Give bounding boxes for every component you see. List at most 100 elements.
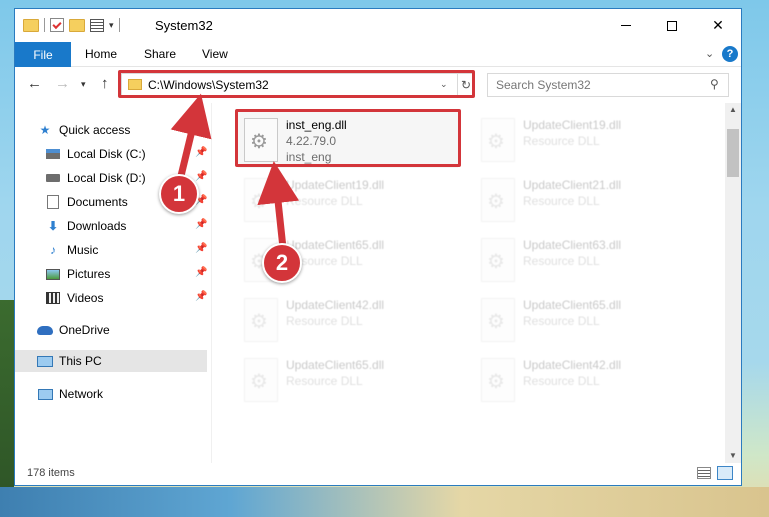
pin-icon[interactable]: 📌 — [195, 219, 207, 230]
sidebar-item-music[interactable]: ♪ Music 📌 — [45, 239, 211, 261]
file-item[interactable]: UpdateClient21.dll Resource DLL — [475, 172, 695, 228]
customize-toolbar-dropdown-icon[interactable]: ▾ — [109, 20, 114, 31]
tab-home[interactable]: Home — [85, 47, 117, 61]
file-name: UpdateClient65.dll — [286, 238, 385, 252]
sidebar-item-videos[interactable]: Videos 📌 — [45, 287, 211, 309]
dll-file-icon — [244, 358, 278, 402]
dll-file-icon — [481, 118, 515, 162]
dll-file-icon — [481, 298, 515, 342]
dll-file-icon — [244, 298, 278, 342]
sidebar-item-network[interactable]: Network — [37, 383, 211, 405]
search-placeholder: Search System32 — [496, 78, 591, 92]
navigation-pane: ★ Quick access Local Disk (C:) 📌 Local D… — [15, 103, 211, 463]
star-icon: ★ — [39, 123, 51, 137]
folder-icon — [23, 18, 39, 32]
file-type: Resource DLL — [286, 314, 363, 328]
cloud-icon — [37, 323, 53, 337]
item-count: 178 items — [27, 467, 75, 479]
sidebar-item-this-pc[interactable]: This PC — [15, 350, 207, 372]
scroll-thumb[interactable] — [727, 129, 739, 177]
search-icon[interactable]: ⚲ — [710, 77, 719, 91]
maximize-button[interactable] — [649, 9, 695, 42]
tab-file[interactable]: File — [15, 42, 71, 67]
view-list-icon[interactable] — [90, 18, 104, 32]
dll-file-icon — [481, 178, 515, 222]
pin-icon[interactable]: 📌 — [195, 171, 207, 182]
forward-arrow-icon[interactable]: → — [55, 75, 70, 92]
sidebar-item-label: Downloads — [67, 219, 127, 233]
quick-access-toolbar: ▾ — [23, 18, 120, 32]
tab-share[interactable]: Share — [144, 47, 176, 61]
file-item[interactable]: UpdateClient65.dll Resource DLL — [475, 292, 695, 348]
sidebar-item-label: Documents — [67, 195, 128, 209]
sidebar-item-label: This PC — [59, 354, 102, 368]
file-list: inst_eng.dll 4.22.79.0 inst_eng UpdateCl… — [212, 103, 725, 463]
large-icons-view-icon[interactable] — [717, 466, 733, 480]
file-name: UpdateClient65.dll — [286, 358, 385, 372]
file-name: UpdateClient65.dll — [523, 298, 622, 312]
pin-icon[interactable]: 📌 — [195, 147, 207, 158]
minimize-button[interactable] — [603, 9, 649, 42]
file-item[interactable]: UpdateClient42.dll Resource DLL — [238, 292, 458, 348]
music-icon: ♪ — [50, 243, 56, 257]
recent-locations-chevron-icon[interactable]: ▾ — [81, 79, 86, 90]
network-icon — [37, 387, 53, 401]
file-item[interactable]: UpdateClient19.dll Resource DLL — [475, 112, 695, 168]
ribbon-tabs: File Home Share View ⌄ ? — [15, 42, 741, 67]
file-name: UpdateClient63.dll — [523, 238, 622, 252]
dll-file-icon — [244, 178, 278, 222]
file-type: Resource DLL — [523, 254, 600, 268]
pin-icon[interactable]: 📌 — [195, 267, 207, 278]
disk-icon — [45, 147, 61, 161]
video-icon — [45, 291, 61, 305]
new-folder-icon[interactable] — [69, 18, 85, 32]
maximize-icon — [667, 20, 677, 31]
properties-icon[interactable] — [50, 18, 64, 32]
pin-icon[interactable]: 📌 — [195, 291, 207, 302]
details-view-icon[interactable] — [697, 467, 711, 479]
file-name: UpdateClient42.dll — [523, 358, 622, 372]
vertical-scrollbar[interactable]: ▲ ▼ — [725, 103, 741, 463]
file-item[interactable]: UpdateClient65.dll Resource DLL — [238, 352, 458, 408]
file-type: Resource DLL — [286, 374, 363, 388]
scroll-up-arrow-icon[interactable]: ▲ — [729, 105, 737, 114]
up-arrow-icon[interactable]: ↑ — [101, 75, 109, 92]
back-arrow-icon[interactable]: ← — [27, 75, 42, 92]
tab-view[interactable]: View — [202, 47, 228, 61]
sidebar-item-label: Network — [59, 387, 104, 401]
search-input[interactable]: Search System32 ⚲ — [487, 73, 729, 97]
file-item[interactable]: UpdateClient63.dll Resource DLL — [475, 232, 695, 288]
window-title: System32 — [155, 18, 213, 33]
step-2-badge: 2 — [262, 243, 302, 283]
file-type: Resource DLL — [523, 314, 600, 328]
file-name: UpdateClient21.dll — [523, 178, 622, 192]
sidebar-item-local-disk-c[interactable]: Local Disk (C:) 📌 — [45, 143, 211, 165]
file-highlight-box — [235, 109, 461, 167]
close-button[interactable]: ✕ — [695, 9, 741, 42]
scroll-down-arrow-icon[interactable]: ▼ — [729, 451, 737, 460]
sidebar-item-pictures[interactable]: Pictures 📌 — [45, 263, 211, 285]
file-name: UpdateClient19.dll — [286, 178, 385, 192]
pin-icon[interactable]: 📌 — [195, 243, 207, 254]
download-icon: ⬇ — [47, 219, 59, 233]
status-bar: 178 items — [15, 463, 741, 485]
sidebar-item-label: Local Disk (D:) — [67, 171, 146, 185]
expand-ribbon-chevron-icon[interactable]: ⌄ — [705, 47, 714, 60]
file-item[interactable]: UpdateClient19.dll Resource DLL — [238, 172, 458, 228]
sidebar-item-downloads[interactable]: ⬇ Downloads 📌 — [45, 215, 211, 237]
disk-icon — [45, 171, 61, 185]
close-icon: ✕ — [712, 17, 724, 33]
toolbar-separator — [118, 18, 120, 32]
dll-file-icon — [481, 238, 515, 282]
file-item[interactable]: UpdateClient42.dll Resource DLL — [475, 352, 695, 408]
file-name: UpdateClient19.dll — [523, 118, 622, 132]
toolbar-separator — [44, 18, 45, 32]
desktop-background-foliage — [0, 300, 14, 517]
sidebar-item-label: Videos — [67, 291, 104, 305]
sidebar-item-label: Local Disk (C:) — [67, 147, 146, 161]
sidebar-item-onedrive[interactable]: OneDrive — [37, 319, 211, 341]
sidebar-item-label: Music — [67, 243, 99, 257]
picture-icon — [45, 267, 61, 281]
sidebar-item-quick-access[interactable]: ★ Quick access — [37, 119, 211, 141]
help-icon[interactable]: ? — [722, 46, 738, 62]
